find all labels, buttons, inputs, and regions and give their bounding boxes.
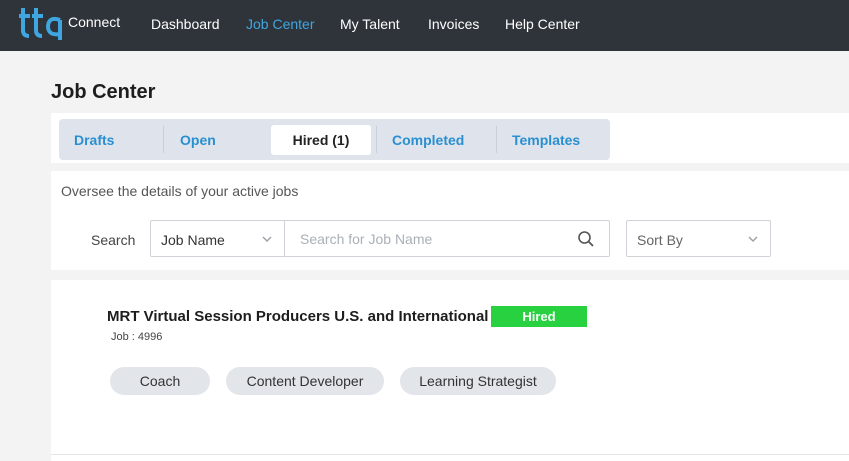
search-field-value: Job Name bbox=[161, 232, 225, 248]
sort-by-select[interactable]: Sort By bbox=[626, 220, 771, 257]
skill-tag-content-developer[interactable]: Content Developer bbox=[226, 367, 384, 395]
top-navbar: Connect Dashboard Job Center My Talent I… bbox=[0, 0, 849, 51]
chevron-down-icon bbox=[748, 236, 758, 242]
tab-drafts[interactable]: Drafts bbox=[74, 119, 114, 160]
page-title: Job Center bbox=[51, 81, 156, 103]
nav-dashboard[interactable]: Dashboard bbox=[151, 16, 220, 32]
divider bbox=[51, 163, 849, 171]
sort-by-placeholder: Sort By bbox=[637, 232, 683, 248]
tab-divider bbox=[163, 126, 164, 153]
tab-templates[interactable]: Templates bbox=[512, 119, 580, 160]
tab-open[interactable]: Open bbox=[180, 119, 216, 160]
job-title[interactable]: MRT Virtual Session Producers U.S. and I… bbox=[107, 308, 488, 325]
nav-help-center[interactable]: Help Center bbox=[505, 16, 580, 32]
section-divider bbox=[51, 270, 849, 280]
skill-tag-coach[interactable]: Coach bbox=[110, 367, 210, 395]
search-input[interactable] bbox=[286, 221, 571, 256]
job-id: Job : 4996 bbox=[111, 331, 163, 343]
search-field-select[interactable]: Job Name bbox=[151, 221, 285, 256]
tab-divider bbox=[376, 126, 377, 153]
nav-job-center[interactable]: Job Center bbox=[246, 16, 314, 32]
tab-divider bbox=[496, 126, 497, 153]
skill-tag-learning-strategist[interactable]: Learning Strategist bbox=[400, 367, 556, 395]
tab-hired[interactable]: Hired (1) bbox=[271, 125, 371, 155]
nav-invoices[interactable]: Invoices bbox=[428, 16, 479, 32]
page-subtitle: Oversee the details of your active jobs bbox=[61, 183, 299, 199]
search-label: Search bbox=[91, 232, 136, 248]
nav-my-talent[interactable]: My Talent bbox=[340, 16, 400, 32]
logo-text: Connect bbox=[68, 14, 121, 30]
tta-logo-icon bbox=[19, 8, 62, 40]
search-icon[interactable] bbox=[577, 230, 595, 248]
divider bbox=[51, 454, 849, 455]
app-logo[interactable]: Connect bbox=[18, 6, 128, 46]
status-badge: Hired bbox=[491, 306, 587, 327]
chevron-down-icon bbox=[262, 236, 272, 242]
tab-completed[interactable]: Completed bbox=[392, 119, 464, 160]
status-tabs: Drafts Open Hired (1) Completed Template… bbox=[59, 119, 610, 160]
search-bar: Job Name bbox=[150, 220, 610, 257]
job-center-panel: Drafts Open Hired (1) Completed Template… bbox=[51, 113, 849, 461]
